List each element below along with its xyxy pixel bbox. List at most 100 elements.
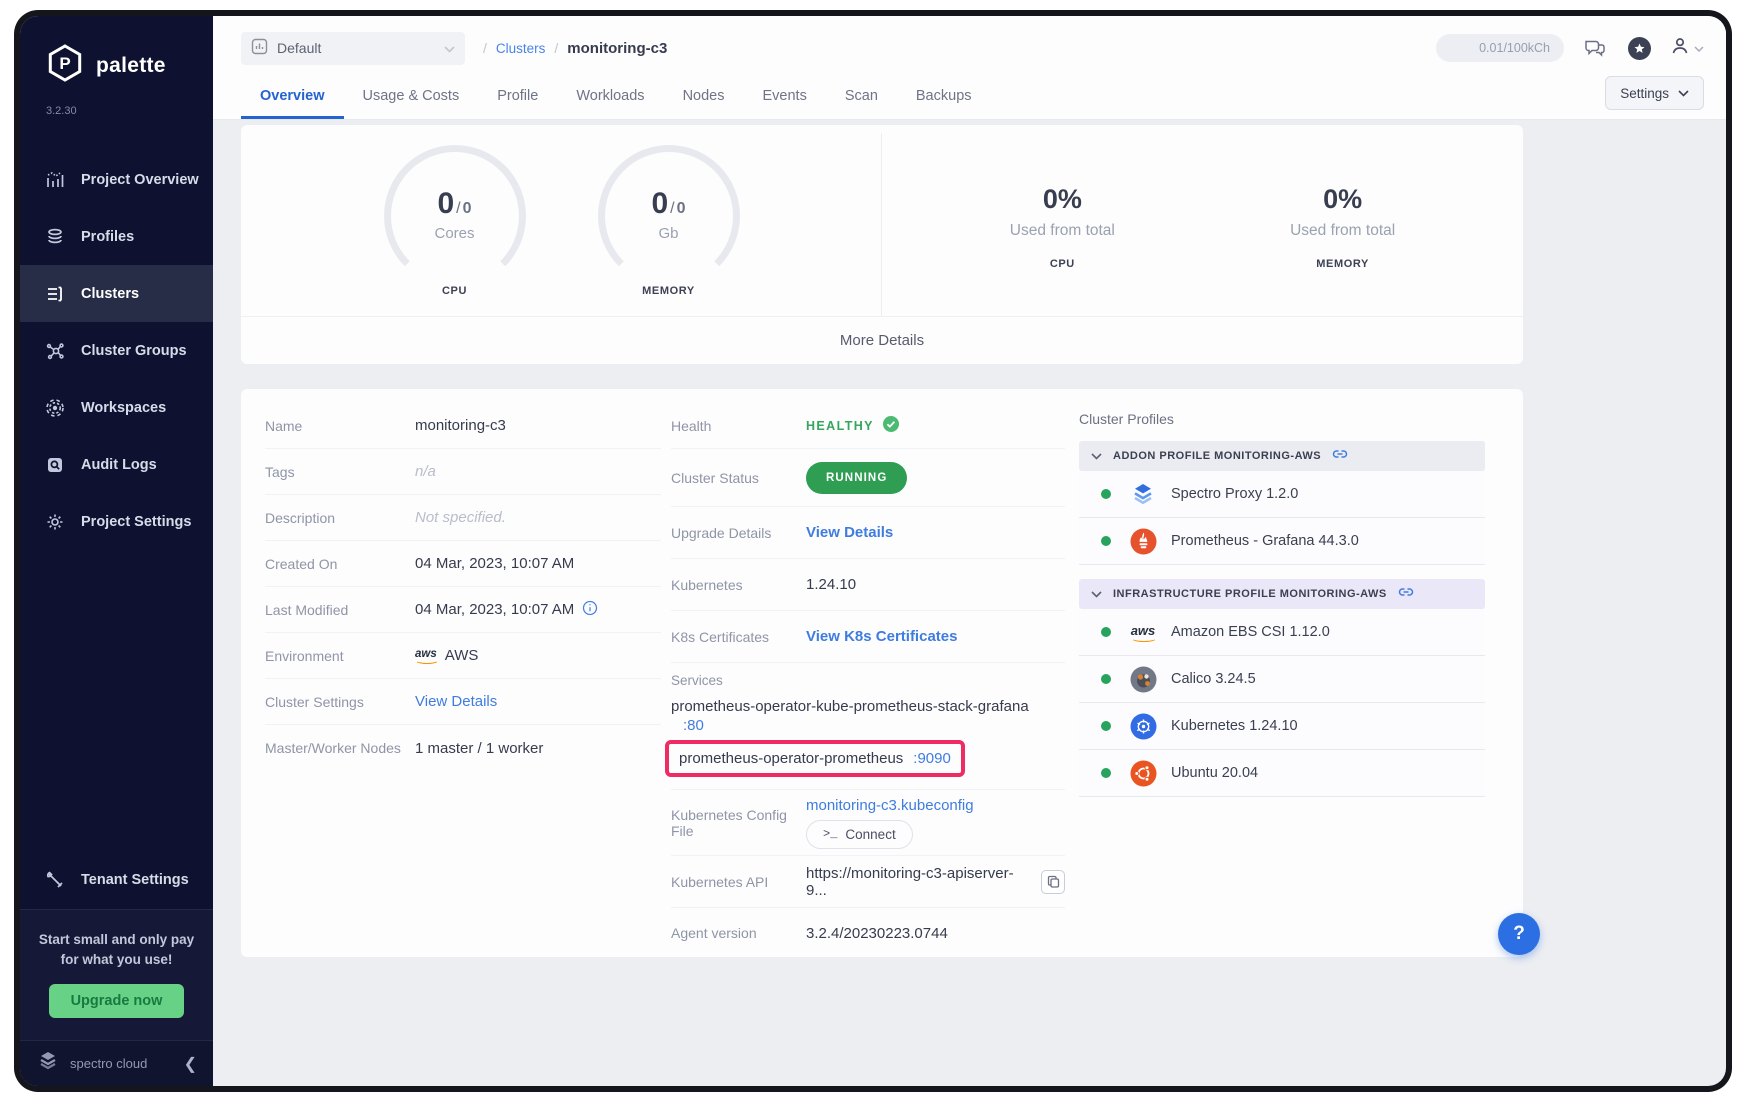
- audit-search-icon: [44, 454, 66, 476]
- cluster-list-icon: [44, 283, 66, 305]
- health-row: Health HEALTHY: [671, 403, 1065, 449]
- field-label: Kubernetes: [671, 577, 806, 593]
- analytics-icon: [44, 169, 66, 191]
- tab-profile[interactable]: Profile: [478, 76, 557, 119]
- field-label: Description: [265, 510, 415, 526]
- kubernetes-api-value: https://monitoring-c3-apiserver-9...: [806, 865, 1033, 899]
- link-icon[interactable]: [1332, 447, 1348, 465]
- tab-usage-costs[interactable]: Usage & Costs: [344, 76, 479, 119]
- breadcrumb-separator: /: [483, 40, 487, 56]
- master-worker-row: Master/Worker Nodes 1 master / 1 worker: [265, 725, 661, 771]
- tab-backups[interactable]: Backups: [897, 76, 991, 119]
- status-dot: [1101, 489, 1111, 499]
- sidebar-item-profiles[interactable]: Profiles: [20, 208, 213, 265]
- memory-unit: Gb: [598, 225, 740, 242]
- link-icon[interactable]: [1398, 585, 1414, 603]
- field-label: Name: [265, 418, 415, 434]
- copy-icon[interactable]: [1041, 870, 1065, 894]
- cluster-profiles-title: Cluster Profiles: [1079, 411, 1485, 427]
- info-icon[interactable]: [582, 600, 598, 620]
- sidebar-item-project-settings[interactable]: Project Settings: [20, 493, 213, 550]
- profile-pack-calico[interactable]: Calico 3.24.5: [1079, 656, 1485, 703]
- help-button[interactable]: ?: [1498, 913, 1540, 955]
- orbit-icon: [44, 397, 66, 419]
- user-menu[interactable]: [1670, 36, 1704, 61]
- app: P palette 3.2.30 Project Overview Profil…: [20, 16, 1726, 1086]
- sidebar-item-cluster-groups[interactable]: Cluster Groups: [20, 322, 213, 379]
- cpu-usage-caption: Used from total: [962, 222, 1162, 240]
- kubernetes-api-row: Kubernetes API https://monitoring-c3-api…: [671, 856, 1065, 908]
- window-frame: P palette 3.2.30 Project Overview Profil…: [14, 10, 1732, 1092]
- aws-icon: aws: [1129, 618, 1157, 646]
- pack-name: Prometheus - Grafana 44.3.0: [1171, 533, 1359, 549]
- pack-name: Ubuntu 20.04: [1171, 765, 1258, 781]
- name-row: Name monitoring-c3: [265, 403, 661, 449]
- more-details-button[interactable]: More Details: [840, 332, 924, 349]
- cluster-settings-row: Cluster Settings View Details: [265, 679, 661, 725]
- agent-version-value: 3.2.4/20230223.0744: [806, 925, 948, 942]
- memory-total-value: 0: [677, 200, 686, 217]
- kubeconfig-row: Kubernetes Config File monitoring-c3.kub…: [671, 790, 1065, 856]
- field-label: Created On: [265, 556, 415, 572]
- tab-nodes[interactable]: Nodes: [664, 76, 744, 119]
- network-icon: [44, 340, 66, 362]
- page-header: Default / Clusters / monitoring-c3 0.01/…: [213, 16, 1726, 119]
- cluster-profiles-panel: Cluster Profiles ADDON PROFILE MONITORIN…: [1079, 411, 1485, 797]
- profile-pack-spectro-proxy[interactable]: Spectro Proxy 1.2.0: [1079, 471, 1485, 518]
- service-port-link[interactable]: :80: [683, 717, 704, 734]
- description-row: Description Not specified.: [265, 495, 661, 541]
- cpu-used-value: 0: [437, 187, 454, 220]
- tab-workloads[interactable]: Workloads: [557, 76, 663, 119]
- addon-profile-header[interactable]: ADDON PROFILE MONITORING-AWS: [1079, 441, 1485, 471]
- sidebar-item-project-overview[interactable]: Project Overview: [20, 151, 213, 208]
- kubeconfig-download-link[interactable]: monitoring-c3.kubeconfig: [806, 797, 974, 814]
- cluster-settings-view-details-link[interactable]: View Details: [415, 693, 497, 710]
- field-label: Agent version: [671, 925, 806, 941]
- brand-row: P palette: [20, 16, 213, 89]
- project-selector[interactable]: Default: [241, 32, 465, 65]
- profile-pack-amazon-ebs-csi[interactable]: aws Amazon EBS CSI 1.12.0: [1079, 609, 1485, 656]
- whats-new-star-icon[interactable]: [1626, 35, 1652, 61]
- connect-button-label: Connect: [845, 827, 895, 842]
- sidebar-item-clusters[interactable]: Clusters: [20, 265, 213, 322]
- infrastructure-profile-header[interactable]: INFRASTRUCTURE PROFILE MONITORING-AWS: [1079, 579, 1485, 609]
- profile-group-name: ADDON PROFILE MONITORING-AWS: [1113, 450, 1321, 462]
- chevron-down-icon: [1694, 39, 1704, 57]
- profile-pack-ubuntu[interactable]: Ubuntu 20.04: [1079, 750, 1485, 797]
- upgrade-view-details-link[interactable]: View Details: [806, 524, 893, 541]
- upgrade-promo: Start small and only pay for what you us…: [20, 909, 213, 1041]
- connect-button[interactable]: >_ Connect: [806, 820, 913, 849]
- kubernetes-version-row: Kubernetes 1.24.10: [671, 559, 1065, 611]
- sidebar-item-label: Cluster Groups: [81, 343, 187, 359]
- field-label: Cluster Status: [671, 470, 806, 486]
- breadcrumb-separator: /: [554, 40, 558, 56]
- last-modified-row: Last Modified 04 Mar, 2023, 10:07 AM: [265, 587, 661, 633]
- tab-overview[interactable]: Overview: [241, 76, 344, 119]
- collapse-sidebar-icon[interactable]: ❮: [184, 1054, 197, 1074]
- upgrade-now-button[interactable]: Upgrade now: [49, 984, 185, 1018]
- cpu-usage-stat: 0% Used from total CPU: [962, 184, 1162, 270]
- view-k8s-certificates-link[interactable]: View K8s Certificates: [806, 628, 957, 645]
- service-port-link[interactable]: :9090: [913, 750, 951, 767]
- breadcrumb-clusters-link[interactable]: Clusters: [496, 41, 546, 56]
- ubuntu-icon: [1129, 759, 1157, 787]
- memory-gauge: 0/0 Gb MEMORY: [593, 145, 745, 297]
- sidebar-item-workspaces[interactable]: Workspaces: [20, 379, 213, 436]
- tab-events[interactable]: Events: [743, 76, 825, 119]
- details-left-column: Name monitoring-c3 Tags n/a Description …: [265, 403, 661, 771]
- settings-button[interactable]: Settings: [1605, 76, 1704, 110]
- chevron-down-icon: [444, 40, 455, 56]
- chevron-down-icon: [1091, 447, 1102, 465]
- svg-text:P: P: [59, 54, 70, 73]
- profile-pack-kubernetes[interactable]: Kubernetes 1.24.10: [1079, 703, 1485, 750]
- gauge-separator: /: [456, 200, 460, 217]
- profile-group-name: INFRASTRUCTURE PROFILE MONITORING-AWS: [1113, 588, 1387, 600]
- description-value: Not specified.: [415, 509, 506, 526]
- profile-pack-prometheus-grafana[interactable]: Prometheus - Grafana 44.3.0: [1079, 518, 1485, 565]
- sidebar-item-audit-logs[interactable]: Audit Logs: [20, 436, 213, 493]
- tab-scan[interactable]: Scan: [826, 76, 897, 119]
- status-dot: [1101, 627, 1111, 637]
- sidebar: P palette 3.2.30 Project Overview Profil…: [20, 16, 213, 1086]
- sidebar-item-tenant-settings[interactable]: Tenant Settings: [20, 852, 213, 909]
- chat-icon[interactable]: [1582, 35, 1608, 61]
